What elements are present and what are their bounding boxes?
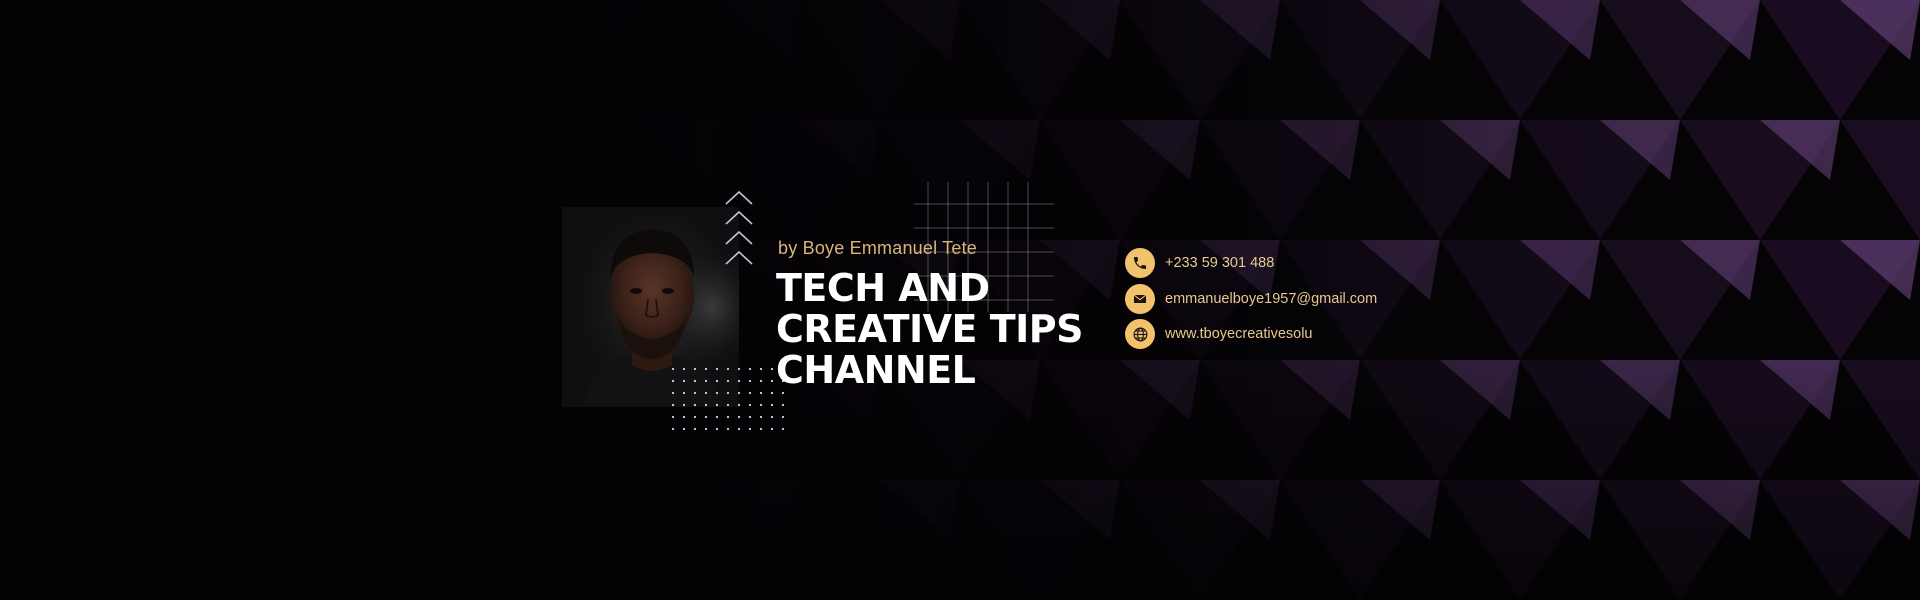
decor-dot <box>770 403 774 407</box>
decor-dot <box>737 427 741 431</box>
decor-dot <box>770 427 774 431</box>
decor-dot <box>682 391 686 395</box>
decor-dot <box>682 379 686 383</box>
decor-dot <box>715 379 719 383</box>
decor-dot <box>682 367 686 371</box>
decor-dot <box>737 367 741 371</box>
decor-dot <box>671 403 675 407</box>
decor-dot <box>704 403 708 407</box>
decor-dot <box>737 403 741 407</box>
decor-dot <box>781 427 785 431</box>
decor-dot <box>715 415 719 419</box>
decor-dot <box>682 403 686 407</box>
decor-dot <box>671 391 675 395</box>
decor-dot <box>704 367 708 371</box>
decor-dot <box>759 427 763 431</box>
decor-dot <box>770 391 774 395</box>
globe-icon <box>1125 319 1155 349</box>
decor-dot <box>737 391 741 395</box>
decor-dot <box>704 391 708 395</box>
decor-dot <box>770 379 774 383</box>
chevron-stack-decoration <box>725 190 753 265</box>
decor-dot <box>704 415 708 419</box>
decor-dot <box>715 427 719 431</box>
decor-dot <box>704 379 708 383</box>
decor-dot <box>748 427 752 431</box>
mail-icon <box>1125 284 1155 314</box>
decor-dot <box>726 403 730 407</box>
contact-email: emmanuelboye1957@gmail.com <box>1125 284 1377 314</box>
decor-dot <box>726 391 730 395</box>
decor-dot <box>726 427 730 431</box>
phone-number: +233 59 301 488 <box>1165 255 1275 271</box>
decor-dot <box>748 415 752 419</box>
decor-dot <box>770 367 774 371</box>
decor-dot <box>726 415 730 419</box>
decor-dot <box>682 427 686 431</box>
decor-dot <box>693 367 697 371</box>
decor-dot <box>715 391 719 395</box>
decor-dot <box>759 415 763 419</box>
website-url: www.tboyecreativesolu <box>1165 326 1313 342</box>
dot-grid-decoration <box>671 367 785 431</box>
decor-dot <box>671 379 675 383</box>
decor-dot <box>671 427 675 431</box>
decor-dot <box>759 367 763 371</box>
channel-banner: by Boye Emmanuel Tete TECH AND CREATIVE … <box>0 0 1920 600</box>
contact-phone: +233 59 301 488 <box>1125 248 1274 278</box>
decor-dot <box>671 367 675 371</box>
contact-website: www.tboyecreativesolu <box>1125 319 1313 349</box>
decor-dot <box>693 403 697 407</box>
email-address: emmanuelboye1957@gmail.com <box>1165 291 1378 307</box>
decor-dot <box>682 415 686 419</box>
decor-dot <box>748 403 752 407</box>
channel-title-line: TECH AND <box>776 266 990 310</box>
decor-dot <box>748 367 752 371</box>
decor-dot <box>759 379 763 383</box>
channel-title: TECH AND CREATIVE TIPS CHANNEL <box>776 266 1084 392</box>
decor-dot <box>671 415 675 419</box>
decor-dot <box>770 415 774 419</box>
phone-icon <box>1125 248 1155 278</box>
decor-dot <box>737 415 741 419</box>
channel-title-line: CHANNEL <box>776 348 976 392</box>
decor-dot <box>693 391 697 395</box>
decor-dot <box>693 427 697 431</box>
author-byline: by Boye Emmanuel Tete <box>778 238 977 258</box>
decor-dot <box>781 403 785 407</box>
decor-dot <box>715 367 719 371</box>
decor-dot <box>737 379 741 383</box>
decor-dot <box>693 379 697 383</box>
decor-dot <box>693 415 697 419</box>
decor-dot <box>759 403 763 407</box>
decor-dot <box>726 379 730 383</box>
decor-dot <box>781 391 785 395</box>
decor-dot <box>781 415 785 419</box>
decor-dot <box>726 367 730 371</box>
channel-title-line: CREATIVE TIPS <box>776 307 1084 351</box>
decor-dot <box>759 391 763 395</box>
decor-dot <box>704 427 708 431</box>
decor-dot <box>748 391 752 395</box>
decor-dot <box>748 379 752 383</box>
decor-dot <box>715 403 719 407</box>
